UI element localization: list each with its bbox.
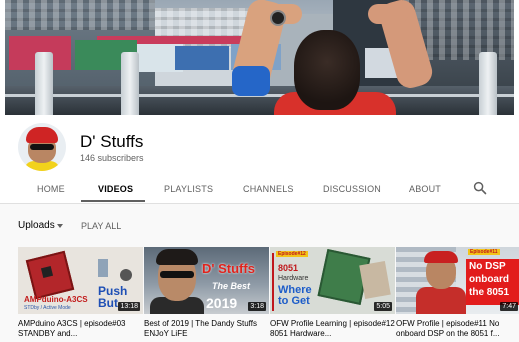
video-card[interactable]: D' Stuffs The Best 2019 3:18 Best of 201… <box>144 247 269 339</box>
watch-icon <box>270 10 286 26</box>
thumbnail-text: Episode#11 <box>468 249 500 255</box>
thumbnail-text: 2019 <box>206 295 238 311</box>
channel-tabs: HOME VIDEOS PLAYLISTS CHANNELS DISCUSSIO… <box>0 176 519 202</box>
video-card[interactable]: AMPduino-A3CS STDby / Active Mode Push Bu… <box>18 247 143 339</box>
thumbnail-text: the 8051 <box>469 287 510 298</box>
video-card[interactable]: Episode#12 8051 Hardware Where to Get 5:0… <box>270 247 395 339</box>
video-duration: 13:18 <box>118 302 140 311</box>
channel-banner <box>5 0 514 115</box>
video-title[interactable]: OFW Profile Learning | episode#12 8051 H… <box>270 319 395 339</box>
channel-name: D' Stuffs <box>80 132 144 151</box>
thumbnail-text: Episode#12 <box>276 251 308 257</box>
video-duration: 7:47 <box>500 302 518 311</box>
play-all-button[interactable]: PLAY ALL <box>81 221 121 231</box>
video-title[interactable]: OFW Profile | episode#11 No onboard DSP … <box>396 319 519 339</box>
tab-discussion[interactable]: DISCUSSION <box>323 184 381 194</box>
video-thumbnail[interactable]: Episode#12 8051 Hardware Where to Get 5:0… <box>270 247 395 314</box>
thumbnail-text: D' Stuffs <box>202 261 255 276</box>
thumbnail-text: AMPduino-A3CS <box>24 295 88 304</box>
caret-down-icon[interactable] <box>57 224 63 228</box>
video-card[interactable]: Episode#11 No DSP onboard the 8051 7:47 … <box>396 247 519 339</box>
thumbnail-text: The Best <box>212 281 251 291</box>
video-thumbnail[interactable]: AMPduino-A3CS STDby / Active Mode Push Bu… <box>18 247 143 314</box>
thumbnail-text: onboard <box>469 274 509 285</box>
video-thumbnail[interactable]: D' Stuffs The Best 2019 3:18 <box>144 247 269 314</box>
video-thumbnail[interactable]: Episode#11 No DSP onboard the 8051 7:47 <box>396 247 519 314</box>
video-title[interactable]: Best of 2019 | The Dandy Stuffs ENJoY Li… <box>144 319 269 339</box>
tab-home[interactable]: HOME <box>37 184 65 194</box>
youtube-channel-page: D' Stuffs 146 subscribers HOME VIDEOS PL… <box>0 0 519 342</box>
thumbnail-text: Where to Get <box>278 284 312 307</box>
banner-pillar <box>121 52 139 115</box>
banner-person <box>220 0 450 115</box>
video-title[interactable]: AMPduino A3CS | episode#03 STANDBY and..… <box>18 319 143 339</box>
video-duration: 3:18 <box>248 302 266 311</box>
thumbnail-text: No DSP <box>469 261 506 272</box>
search-icon[interactable] <box>473 181 487 195</box>
subscriber-count: 146 subscribers <box>80 153 144 163</box>
banner-pillar <box>35 52 53 115</box>
tab-channels[interactable]: CHANNELS <box>243 184 294 194</box>
channel-avatar[interactable] <box>18 123 66 171</box>
active-tab-indicator <box>81 200 145 202</box>
banner-pillar <box>479 52 497 115</box>
thumbnail-text: 8051 <box>278 263 299 273</box>
tab-about[interactable]: ABOUT <box>409 184 441 194</box>
tab-playlists[interactable]: PLAYLISTS <box>164 184 213 194</box>
tab-videos[interactable]: VIDEOS <box>98 184 133 194</box>
thumbnail-text: Hardware <box>278 275 309 282</box>
thumbnail-text: STDby / Active Mode <box>24 305 71 311</box>
video-duration: 5:05 <box>374 302 392 311</box>
uploads-dropdown[interactable]: Uploads <box>18 220 55 231</box>
